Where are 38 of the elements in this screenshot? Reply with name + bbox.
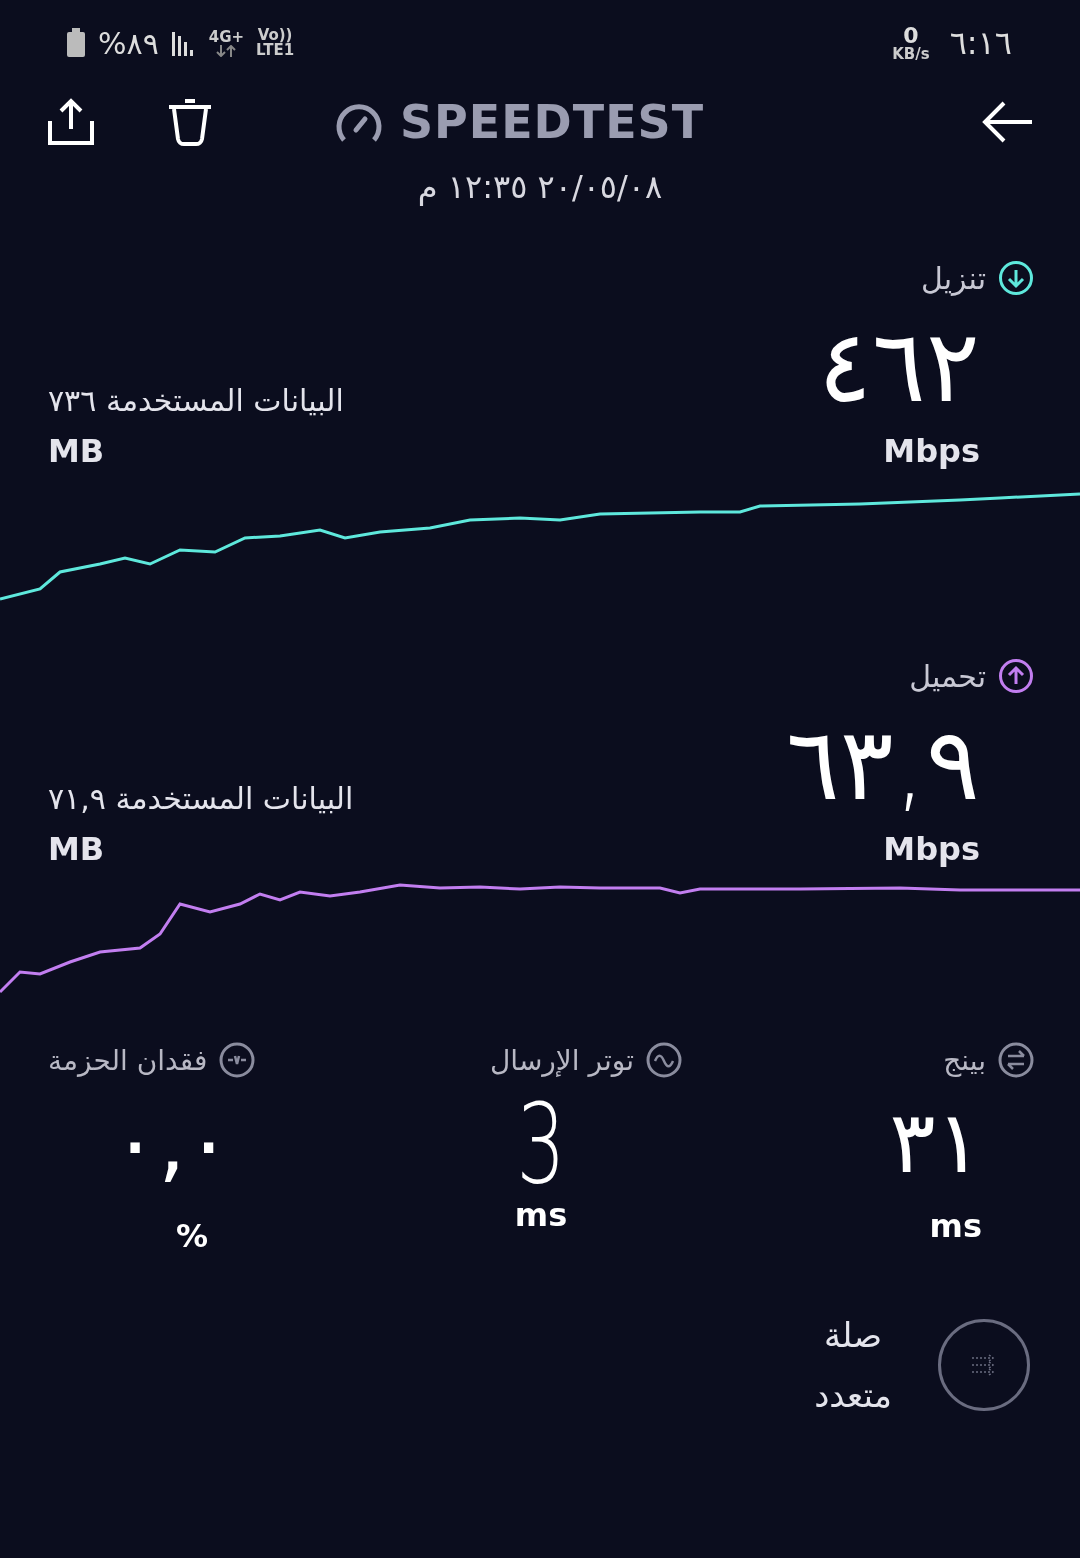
speed-unit: Mbps: [883, 830, 980, 868]
metric-label: توتر الإرسال: [490, 1043, 634, 1077]
data-arrows-icon: [215, 44, 238, 57]
result-label: تنزيل: [920, 260, 986, 296]
data-used-label: البيانات المستخدمة ٧١,٩: [48, 781, 354, 816]
trash-icon[interactable]: [166, 97, 214, 147]
lte-label: LTE1: [256, 43, 295, 58]
speed-unit: KB/s: [892, 46, 930, 62]
back-arrow-icon[interactable]: [982, 100, 1034, 144]
metric-unit: ms: [929, 1207, 982, 1245]
result-label: تحميل: [909, 658, 986, 694]
metric-value: ٣١: [889, 1091, 982, 1194]
metric-label: فقدان الحزمة: [48, 1043, 208, 1077]
app-title: SPEEDTEST: [399, 95, 705, 149]
metric-value: ٠,٠: [112, 1091, 232, 1194]
data-unit: MB: [48, 830, 106, 868]
network-type: 4G+: [208, 29, 245, 45]
speed-unit: Mbps: [883, 432, 980, 470]
data-unit: MB: [48, 432, 106, 470]
battery-icon: [66, 28, 86, 58]
connection-mode: متعدد: [814, 1375, 892, 1415]
speed-value: ٤٦٢: [818, 307, 980, 427]
test-date: ٢٠/٠٥/٠٨ ١٢:٣٥ م: [417, 168, 663, 206]
connections-button[interactable]: [938, 1319, 1030, 1411]
data-used-label: البيانات المستخدمة ٧٣٦: [48, 383, 344, 418]
volte-label: Vo)): [257, 28, 293, 43]
multi-arrow-icon: [971, 1354, 997, 1376]
speed-value: ٦٣,٩: [786, 705, 980, 825]
share-icon[interactable]: [46, 97, 96, 147]
metric-unit: %: [176, 1217, 209, 1255]
connection-label: صلة: [823, 1315, 883, 1355]
metric-icon: [998, 1042, 1034, 1078]
net-speed: 0: [903, 24, 919, 47]
metric-label: بينج: [943, 1043, 986, 1077]
metric-icon: [219, 1042, 256, 1078]
metric-icon: [646, 1042, 682, 1078]
clock: ٦:١٦: [949, 24, 1012, 62]
battery-level: %٨٩: [98, 25, 159, 61]
